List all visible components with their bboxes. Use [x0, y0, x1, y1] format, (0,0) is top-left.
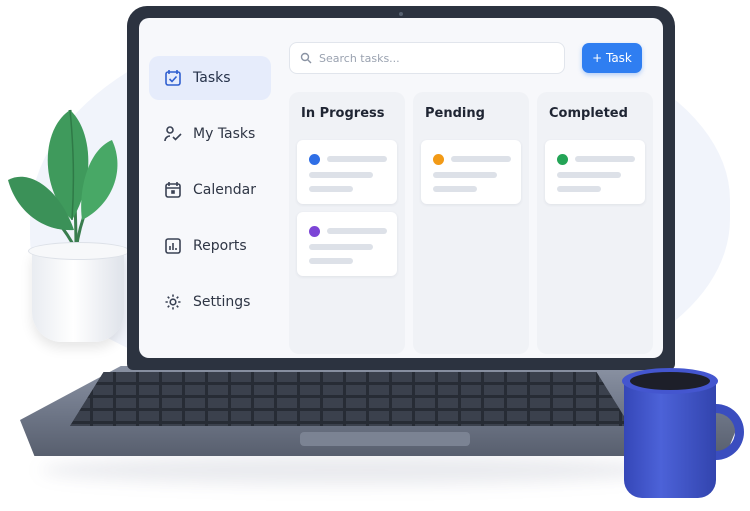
- add-task-button[interactable]: + Task: [582, 43, 642, 73]
- task-card[interactable]: [545, 140, 645, 204]
- task-card[interactable]: [421, 140, 521, 204]
- webcam: [399, 12, 403, 16]
- gear-icon: [163, 292, 183, 312]
- status-dot: [557, 154, 568, 165]
- laptop-screen: Tasks My Tasks Calendar Reports Settings…: [127, 6, 675, 370]
- calendar-icon: [163, 180, 183, 200]
- mug-body: [624, 380, 716, 498]
- checkbox-calendar-icon: [163, 68, 183, 88]
- sidebar-item-label: My Tasks: [193, 126, 256, 142]
- text-placeholder-line: [433, 172, 497, 178]
- sidebar-item-reports[interactable]: Reports: [149, 224, 271, 268]
- sidebar-item-label: Calendar: [193, 182, 256, 198]
- sidebar-item-label: Reports: [193, 238, 247, 254]
- text-placeholder-line: [433, 186, 477, 192]
- coffee-mug: [618, 366, 748, 506]
- sidebar-item-my-tasks[interactable]: My Tasks: [149, 112, 271, 156]
- desk-shadow: [40, 455, 660, 485]
- search-icon: [300, 52, 312, 64]
- status-dot: [309, 154, 320, 165]
- text-placeholder-line: [309, 172, 373, 178]
- text-placeholder-line: [557, 172, 621, 178]
- text-placeholder-line: [327, 156, 387, 162]
- laptop-trackpad: [300, 432, 470, 446]
- task-card[interactable]: [297, 140, 397, 204]
- plant-pot: [28, 242, 130, 342]
- text-placeholder-line: [309, 186, 353, 192]
- text-placeholder-line: [575, 156, 635, 162]
- search-bar[interactable]: [289, 42, 565, 74]
- text-placeholder-line: [451, 156, 511, 162]
- sidebar-item-tasks[interactable]: Tasks: [149, 56, 271, 100]
- task-card[interactable]: [297, 212, 397, 276]
- text-placeholder-line: [327, 228, 387, 234]
- text-placeholder-line: [557, 186, 601, 192]
- column-completed: Completed: [537, 92, 653, 354]
- column-in-progress: In Progress: [289, 92, 405, 354]
- sidebar-item-calendar[interactable]: Calendar: [149, 168, 271, 212]
- person-check-icon: [163, 124, 183, 144]
- status-dot: [433, 154, 444, 165]
- column-pending: Pending: [413, 92, 529, 354]
- sidebar: Tasks My Tasks Calendar Reports Settings: [149, 56, 271, 336]
- column-title: Completed: [549, 106, 628, 121]
- coffee: [630, 372, 710, 390]
- text-placeholder-line: [309, 244, 373, 250]
- text-placeholder-line: [309, 258, 353, 264]
- sidebar-item-label: Settings: [193, 294, 251, 310]
- column-title: Pending: [425, 106, 485, 121]
- plant-leaves: [8, 109, 118, 251]
- potted-plant: [0, 70, 140, 350]
- search-input[interactable]: [317, 50, 551, 66]
- status-dot: [309, 226, 320, 237]
- sidebar-item-settings[interactable]: Settings: [149, 280, 271, 324]
- column-title: In Progress: [301, 106, 385, 121]
- sidebar-item-label: Tasks: [193, 70, 231, 86]
- laptop-keyboard: [70, 372, 630, 426]
- task-app: Tasks My Tasks Calendar Reports Settings…: [139, 18, 663, 358]
- bar-chart-icon: [163, 236, 183, 256]
